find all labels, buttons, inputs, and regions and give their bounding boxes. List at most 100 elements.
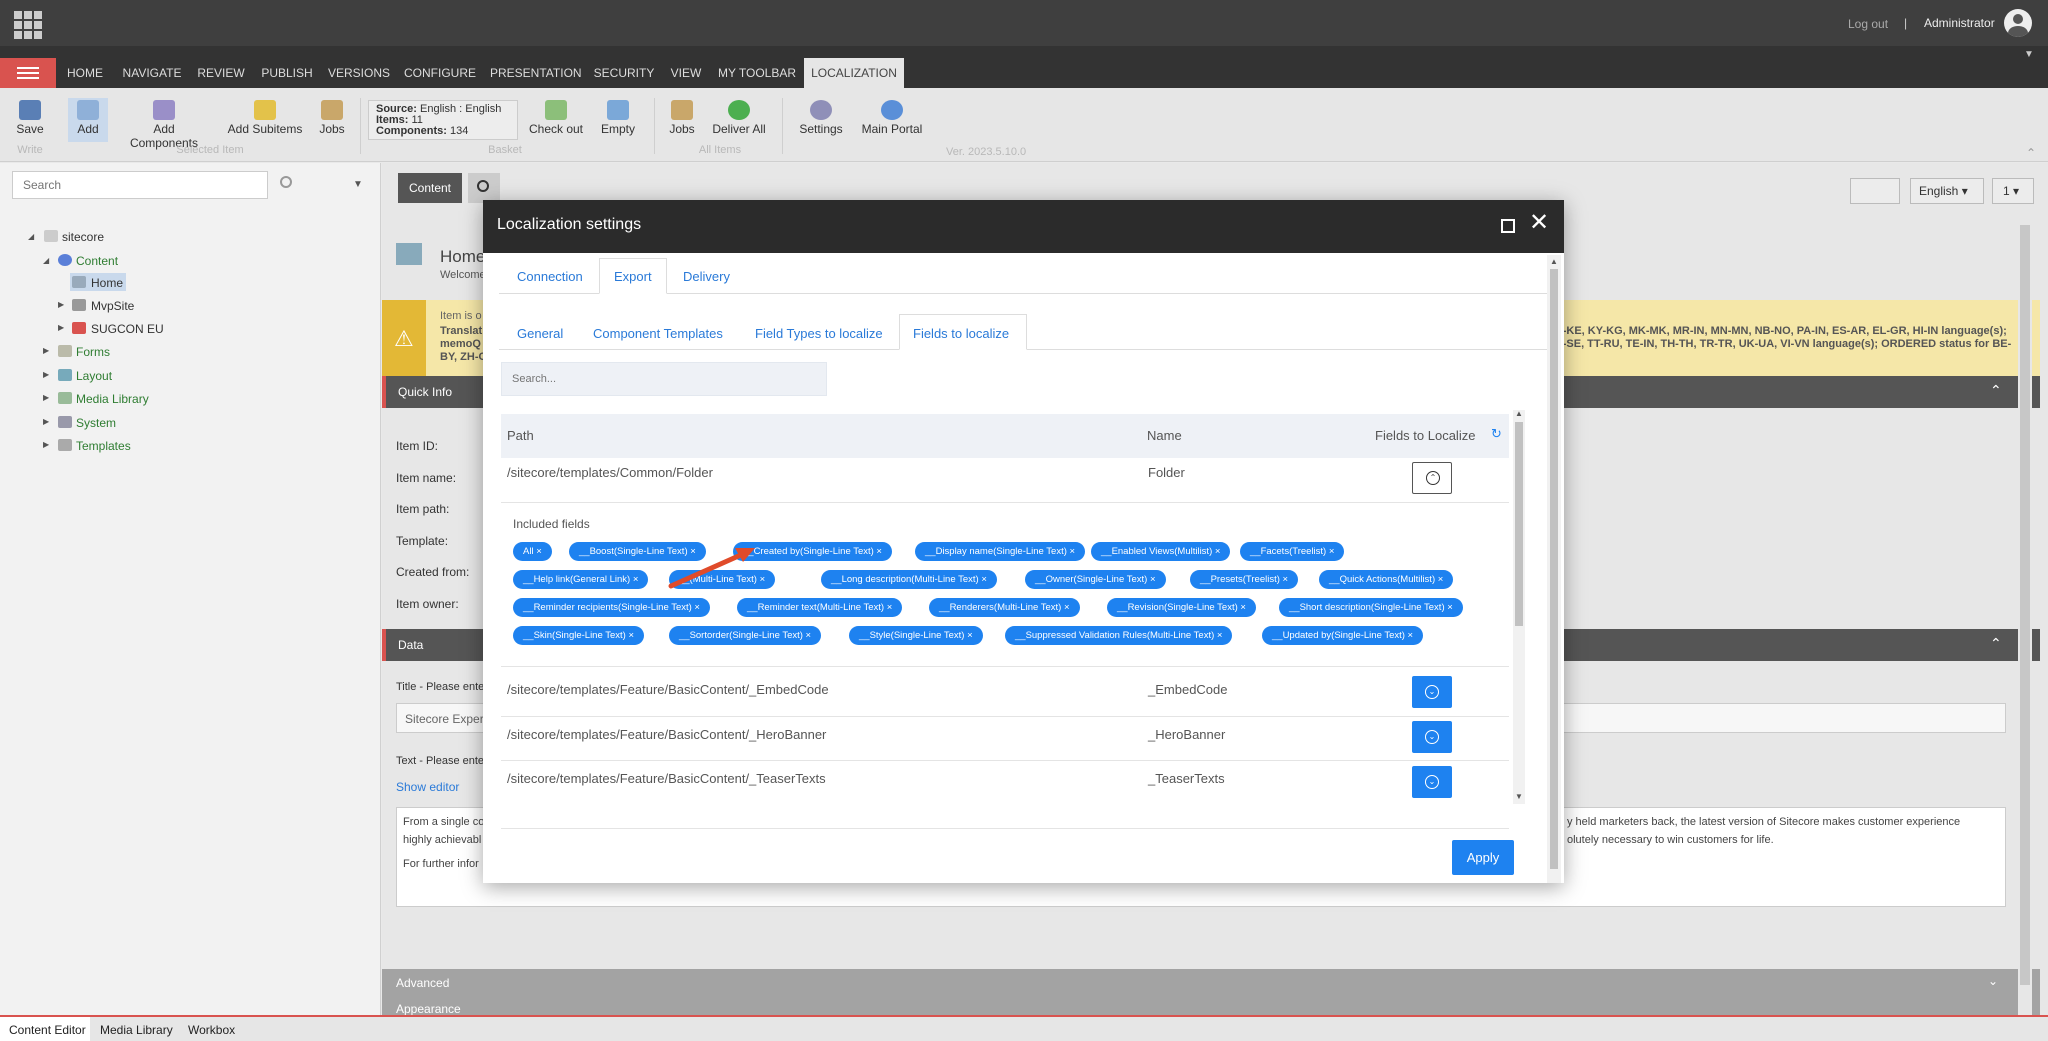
tree-toggle-icon[interactable]: ◢ xyxy=(43,256,49,265)
add-components-button[interactable]: Add Components xyxy=(118,100,210,150)
tree-node-templates[interactable]: Templates xyxy=(76,439,131,453)
tab-localization[interactable]: LOCALIZATION xyxy=(804,58,904,88)
show-editor-link[interactable]: Show editor xyxy=(396,780,459,794)
tree-toggle-icon[interactable]: ▶ xyxy=(43,370,49,379)
tab-delivery[interactable]: Delivery xyxy=(683,269,730,284)
tree-toggle-icon[interactable]: ▶ xyxy=(58,323,64,332)
save-button[interactable]: Save xyxy=(12,100,48,136)
tab-review[interactable]: REVIEW xyxy=(196,58,246,88)
search-input[interactable] xyxy=(12,171,268,199)
subtab-field-types[interactable]: Field Types to localize xyxy=(755,326,883,341)
flag-dropdown[interactable] xyxy=(1850,178,1900,204)
field-chip[interactable]: __Display name(Single-Line Text) × xyxy=(915,542,1086,561)
field-chip[interactable]: __Owner(Single-Line Text) × xyxy=(1025,570,1166,589)
menu-button[interactable] xyxy=(0,58,56,88)
jobs-button[interactable]: Jobs xyxy=(316,100,348,136)
close-icon[interactable]: ✕ xyxy=(1529,211,1549,235)
collapse-icon[interactable]: ⌃ xyxy=(1990,382,2002,399)
maximize-icon[interactable] xyxy=(1501,219,1515,233)
tab-versions[interactable]: VERSIONS xyxy=(326,58,392,88)
tree-node-forms[interactable]: Forms xyxy=(76,345,110,359)
empty-button[interactable]: Empty xyxy=(596,100,640,136)
scroll-up-icon[interactable]: ▲ xyxy=(1515,409,1523,418)
scroll-up-icon[interactable]: ▲ xyxy=(1550,257,1558,266)
settings-button[interactable]: Settings xyxy=(796,100,846,136)
field-chip[interactable]: __Help link(General Link) × xyxy=(513,570,649,589)
deliver-all-button[interactable]: Deliver All xyxy=(710,100,768,136)
field-chip[interactable]: __Presets(Treelist) × xyxy=(1190,570,1299,589)
fields-search-input[interactable] xyxy=(501,362,827,396)
jobs-all-button[interactable]: Jobs xyxy=(666,100,698,136)
collapse-row-button[interactable]: ⌃ xyxy=(1412,462,1452,494)
tree-toggle-icon[interactable]: ◢ xyxy=(28,232,34,241)
table-scrollbar[interactable]: ▲ ▼ xyxy=(1513,409,1525,804)
dialog-scrollbar[interactable]: ▲ xyxy=(1547,255,1561,883)
field-chip[interactable]: __Renderers(Multi-Line Text) × xyxy=(929,598,1080,617)
language-dropdown[interactable]: English ▾ xyxy=(1910,178,1984,204)
apply-button[interactable]: Apply xyxy=(1452,840,1514,875)
field-chip[interactable]: __Enabled Views(Multilist) × xyxy=(1091,542,1231,561)
field-chip[interactable]: __Reminder recipients(Single-Line Text) … xyxy=(513,598,710,617)
advanced-header[interactable]: Advanced ⌄ xyxy=(382,969,2040,997)
expand-row-button[interactable]: ⌄ xyxy=(1412,721,1452,753)
tab-my-toolbar[interactable]: MY TOOLBAR xyxy=(716,58,798,88)
field-chip[interactable]: __Suppressed Validation Rules(Multi-Line… xyxy=(1005,626,1233,645)
taskbar-workbox[interactable]: Workbox xyxy=(188,1023,235,1037)
add-subitems-button[interactable]: Add Subitems xyxy=(226,100,304,136)
taskbar-content-editor[interactable]: Content Editor xyxy=(9,1023,86,1037)
tree-node-content[interactable]: Content xyxy=(76,254,118,268)
add-button[interactable]: Add xyxy=(70,100,106,136)
tree-toggle-icon[interactable]: ▶ xyxy=(43,393,49,402)
scroll-down-icon[interactable]: ▼ xyxy=(1515,792,1523,801)
chevron-down-icon[interactable]: ⌄ xyxy=(1988,974,1998,988)
field-chip[interactable]: __Sortorder(Single-Line Text) × xyxy=(669,626,822,645)
field-chip[interactable]: __Long description(Multi-Line Text) × xyxy=(821,570,997,589)
search-icon[interactable] xyxy=(280,176,292,188)
tree-node-system[interactable]: System xyxy=(76,416,116,430)
field-chip[interactable]: __Skin(Single-Line Text) × xyxy=(513,626,644,645)
ribbon-collapse-icon[interactable]: ⌃ xyxy=(2026,146,2036,160)
tab-configure[interactable]: CONFIGURE xyxy=(402,58,478,88)
tab-presentation[interactable]: PRESENTATION xyxy=(490,58,582,88)
avatar[interactable] xyxy=(2004,9,2032,37)
tab-navigate[interactable]: NAVIGATE xyxy=(118,58,186,88)
expand-row-button[interactable]: ⌄ xyxy=(1412,766,1452,798)
field-chip[interactable]: __Style(Single-Line Text) × xyxy=(849,626,983,645)
app-launcher-icon[interactable] xyxy=(14,11,42,39)
tree-node-layout[interactable]: Layout xyxy=(76,369,112,383)
refresh-icon[interactable]: ↻ xyxy=(1491,426,1502,442)
user-name[interactable]: Administrator xyxy=(1924,16,1995,30)
tree-toggle-icon[interactable]: ▶ xyxy=(43,417,49,426)
tree-node-home[interactable]: Home xyxy=(91,276,123,290)
field-chip[interactable]: __Reminder text(Multi-Line Text) × xyxy=(737,598,903,617)
tree-node-sitecore[interactable]: sitecore xyxy=(62,230,104,244)
tab-export[interactable]: Export xyxy=(614,269,652,284)
field-chip[interactable]: __Short description(Single-Line Text) × xyxy=(1279,598,1463,617)
editor-search-button[interactable] xyxy=(468,173,500,203)
tree-node-media-library[interactable]: Media Library xyxy=(76,392,149,406)
subtab-general[interactable]: General xyxy=(517,326,563,341)
tree-node-mvpsite[interactable]: MvpSite xyxy=(91,299,134,313)
expand-row-button[interactable]: ⌄ xyxy=(1412,676,1452,708)
appearance-header[interactable]: Appearance xyxy=(382,997,2040,1015)
editor-scrollbar[interactable] xyxy=(2018,211,2032,1015)
tab-view[interactable]: VIEW xyxy=(666,58,706,88)
version-dropdown[interactable]: 1 ▾ xyxy=(1992,178,2034,204)
tab-connection[interactable]: Connection xyxy=(517,269,583,284)
scroll-thumb[interactable] xyxy=(1515,422,1523,626)
tree-toggle-icon[interactable]: ▶ xyxy=(43,440,49,449)
field-chip[interactable]: All × xyxy=(513,542,552,561)
field-chip[interactable]: __Revision(Single-Line Text) × xyxy=(1107,598,1256,617)
main-portal-button[interactable]: Main Portal xyxy=(858,100,926,136)
dropdown-arrow-icon[interactable]: ▼ xyxy=(353,179,363,190)
checkout-button[interactable]: Check out xyxy=(528,100,584,136)
tree-toggle-icon[interactable]: ▶ xyxy=(58,300,64,309)
logout-link[interactable]: Log out xyxy=(1848,17,1888,31)
subtab-component-templates[interactable]: Component Templates xyxy=(593,326,723,341)
tab-home[interactable]: HOME xyxy=(60,58,110,88)
tab-security[interactable]: SECURITY xyxy=(592,58,656,88)
field-chip[interactable]: __Updated by(Single-Line Text) × xyxy=(1262,626,1424,645)
taskbar-media-library[interactable]: Media Library xyxy=(100,1023,173,1037)
tab-content[interactable]: Content xyxy=(398,173,462,203)
field-chip[interactable]: __Facets(Treelist) × xyxy=(1240,542,1345,561)
